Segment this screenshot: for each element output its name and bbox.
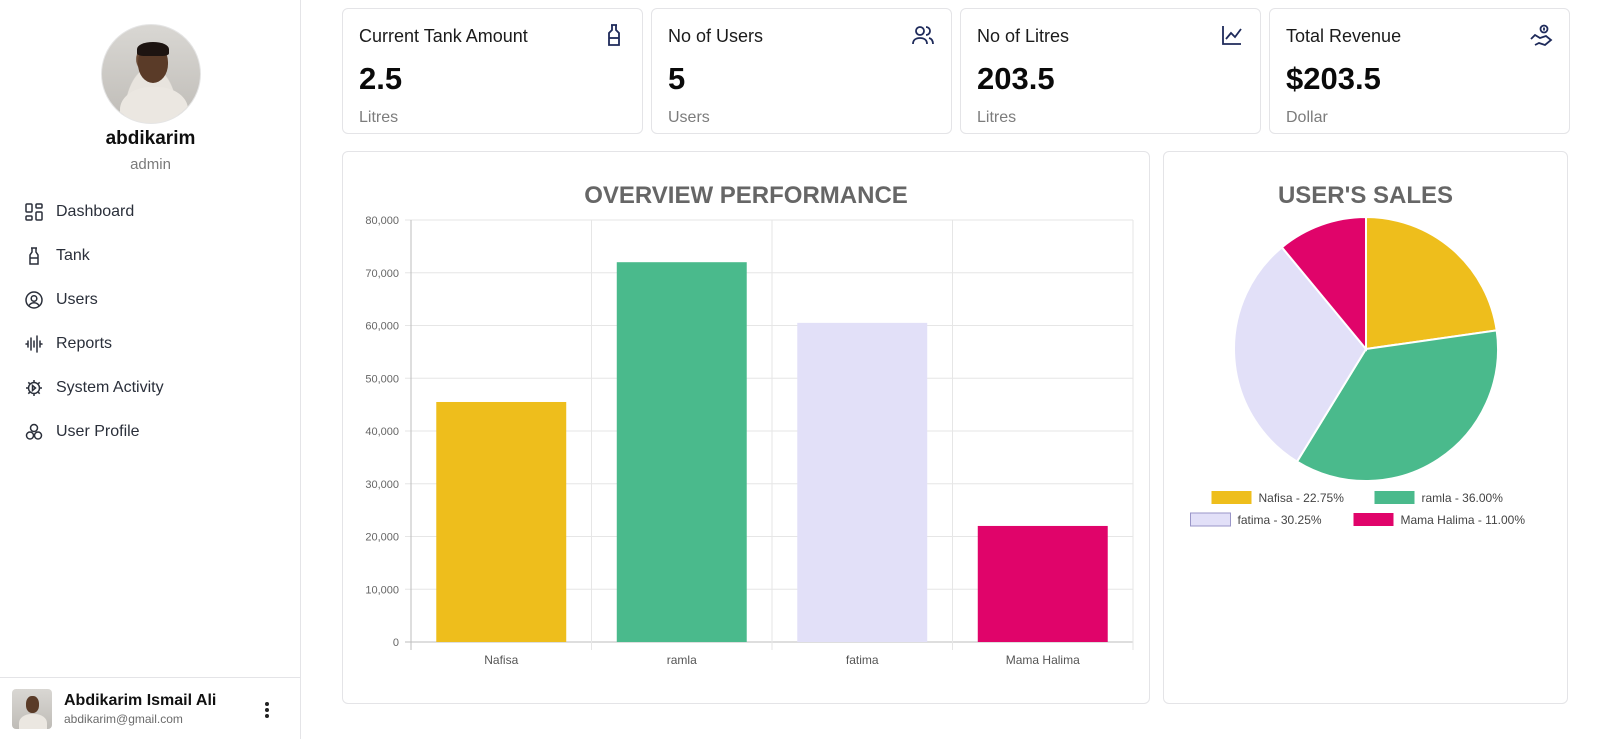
profile-role: admin: [130, 156, 171, 173]
sidebar-item-label: Tank: [56, 247, 90, 264]
stat-value: 203.5: [977, 61, 1055, 96]
y-tick-label: 10,000: [365, 584, 399, 596]
x-tick-label: ramla: [667, 653, 697, 667]
legend-swatch: [1353, 513, 1394, 526]
gear-icon: [24, 378, 44, 398]
sidebar-item-label: Dashboard: [56, 203, 135, 220]
sidebar-item-label: Reports: [56, 335, 113, 352]
sidebar-item-user-profile[interactable]: User Profile: [0, 410, 301, 454]
pie-slice-nafisa: [1365, 215, 1498, 351]
sidebar-nav: Dashboard Tank Users Reports System Acti…: [0, 190, 301, 454]
more-options-icon[interactable]: [263, 700, 271, 720]
users-sales-card: USER'S SALES Nafisa - 22.75% ramla - 36.0…: [1163, 151, 1568, 704]
footer-user-info: Abdikarim Ismail Ali abdikarim@gmail.com: [64, 692, 216, 726]
bar-ramla: [616, 262, 747, 642]
legend-label: Mama Halima - 11.00%: [1401, 513, 1526, 527]
stat-card-tank-amount: Current Tank Amount 2.5 Litres: [342, 8, 643, 134]
users-icon: [911, 23, 935, 47]
stat-unit: Dollar: [1286, 109, 1328, 126]
y-tick-label: 70,000: [365, 268, 399, 280]
stat-unit: Litres: [359, 109, 399, 126]
footer-user-email: abdikarim@gmail.com: [64, 711, 183, 726]
sidebar-item-tank[interactable]: Tank: [0, 234, 301, 278]
avatar-hair-shape: [136, 42, 169, 56]
stat-unit: Litres: [977, 109, 1017, 126]
dashboard-icon: [24, 202, 44, 222]
legend-label: fatima - 30.25%: [1238, 513, 1322, 527]
y-tick-label: 0: [393, 637, 399, 649]
sidebar-item-system-activity[interactable]: System Activity: [0, 366, 301, 410]
app-root: abdikarim admin Dashboard Tank Users Rep…: [0, 0, 1600, 739]
stat-title: No of Users: [668, 26, 764, 46]
sidebar-item-label: System Activity: [56, 379, 164, 396]
profile-name: abdikarim: [105, 128, 196, 149]
stat-value: 5: [668, 61, 686, 96]
avatar-body-shape: [19, 713, 47, 729]
bar-fatima: [797, 322, 928, 642]
stat-value: 2.5: [359, 61, 403, 96]
sidebar-item-label: User Profile: [56, 423, 140, 440]
stat-title: No of Litres: [977, 26, 1070, 46]
sidebar: abdikarim admin Dashboard Tank Users Rep…: [0, 0, 301, 739]
y-tick-label: 50,000: [365, 373, 399, 385]
profile-avatar: [100, 24, 201, 124]
reports-icon: [24, 334, 44, 354]
stat-card-revenue: Total Revenue $203.5 Dollar: [1269, 8, 1570, 134]
avatar-body-shape: [119, 87, 188, 123]
sidebar-item-users[interactable]: Users: [0, 278, 301, 322]
x-tick-label: Nafisa: [484, 653, 518, 667]
pie-chart: Nafisa - 22.75% ramla - 36.00% fatima - 30…: [1190, 215, 1526, 527]
revenue-icon: [1529, 23, 1553, 47]
sidebar-item-label: Users: [56, 291, 98, 308]
legend-swatch: [1374, 491, 1415, 504]
y-tick-label: 30,000: [365, 479, 399, 491]
user-circle-icon: [24, 290, 44, 310]
stat-card-users: No of Users 5 Users: [651, 8, 952, 134]
overview-performance-card: OVERVIEW PERFORMANCE 0 10,000 20,000 30,000…: [342, 151, 1150, 704]
stat-title: Current Tank Amount: [359, 26, 528, 46]
user-profile-icon: [24, 422, 44, 442]
bottle-icon: [602, 23, 626, 47]
stat-value: $203.5: [1286, 61, 1381, 96]
line-chart-icon: [1220, 23, 1244, 47]
sidebar-item-dashboard[interactable]: Dashboard: [0, 190, 301, 234]
avatar-head-shape: [26, 695, 39, 713]
y-tick-label: 60,000: [365, 321, 399, 333]
y-tick-label: 20,000: [365, 532, 399, 544]
x-tick-label: fatima: [846, 653, 879, 667]
y-tick-label: 80,000: [365, 215, 399, 227]
bar-mama-halima: [977, 525, 1108, 642]
legend-swatch: [1190, 512, 1231, 527]
legend-label: ramla - 36.00%: [1422, 491, 1504, 505]
footer-user-name: Abdikarim Ismail Ali: [64, 691, 217, 709]
stat-card-litres: No of Litres 203.5 Litres: [960, 8, 1261, 134]
profile-block: abdikarim admin: [0, 24, 301, 173]
x-tick-label: Mama Halima: [1006, 653, 1080, 667]
tank-icon: [24, 246, 44, 266]
footer-avatar: [12, 688, 52, 729]
stat-unit: Users: [668, 109, 710, 126]
sidebar-item-reports[interactable]: Reports: [0, 322, 301, 366]
sidebar-user-footer: Abdikarim Ismail Ali abdikarim@gmail.com: [0, 677, 301, 739]
bar-nafisa: [436, 401, 567, 642]
stat-title: Total Revenue: [1286, 26, 1402, 46]
bar-chart: 0 10,000 20,000 30,000 40,000 50,000 60,000 70,…: [365, 215, 1134, 667]
y-tick-label: 40,000: [365, 426, 399, 438]
legend-label: Nafisa - 22.75%: [1259, 491, 1345, 505]
legend-swatch: [1211, 491, 1252, 504]
